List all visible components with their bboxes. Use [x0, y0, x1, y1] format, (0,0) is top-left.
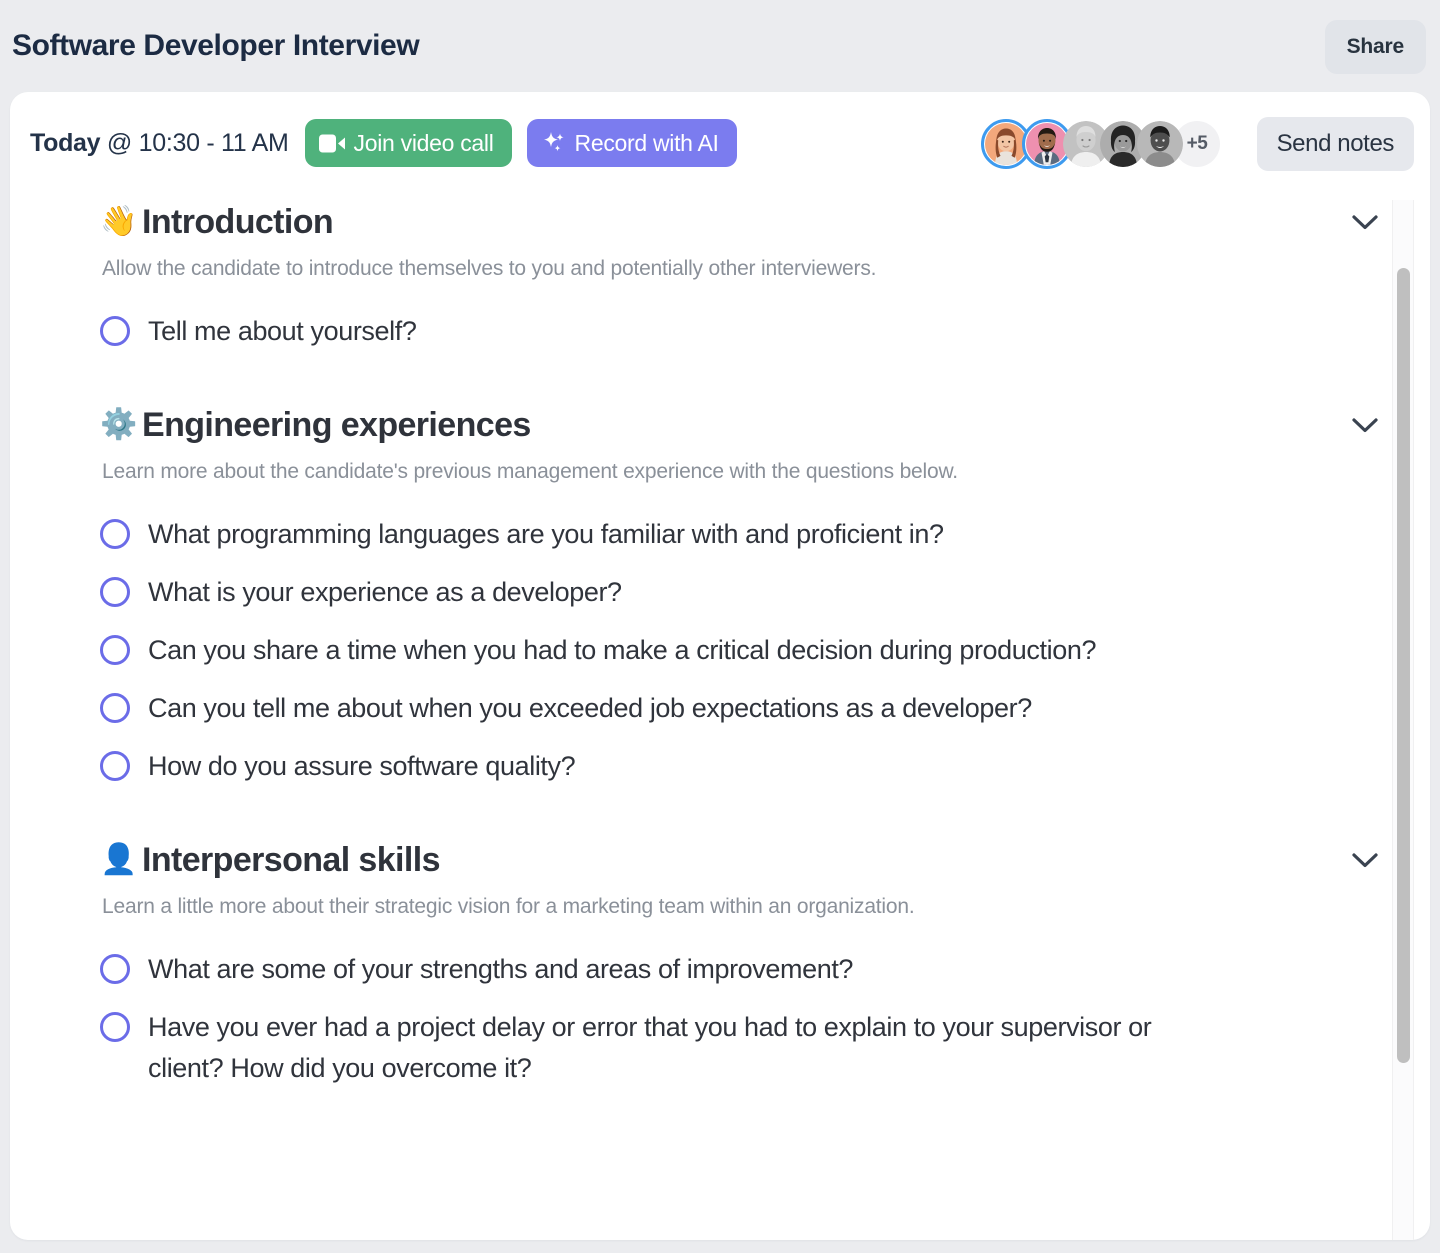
section-header: ⚙️ Engineering experiences: [100, 405, 1378, 446]
question-row[interactable]: How do you assure software quality?: [100, 740, 1360, 793]
question-row[interactable]: What is your experience as a developer?: [100, 566, 1360, 619]
agenda-sections: 👋 Introduction Allow the candidate to in…: [10, 194, 1430, 1182]
question-text: Have you ever had a project delay or err…: [148, 1011, 1152, 1083]
meeting-time-range: @ 10:30 - 11 AM: [106, 128, 289, 157]
record-with-ai-label: Record with AI: [574, 129, 719, 156]
avatar-image-5: [1137, 121, 1183, 167]
waving-hand-emoji: 👋: [100, 205, 138, 239]
content-scroll-area: 👋 Introduction Allow the candidate to in…: [10, 194, 1430, 1240]
agenda-section-1: 👋 Introduction Allow the candidate to in…: [100, 202, 1378, 399]
join-video-call-label: Join video call: [353, 129, 494, 156]
question-text: Tell me about yourself?: [148, 315, 417, 346]
send-notes-button[interactable]: Send notes: [1256, 117, 1414, 171]
section-title: Introduction: [142, 203, 334, 241]
bust-in-silhouette-emoji: 👤: [100, 843, 138, 877]
sparkle-icon: [542, 131, 566, 155]
question-radio-icon[interactable]: [100, 315, 130, 346]
question-list: Tell me about yourself?: [100, 305, 1360, 358]
record-with-ai-button[interactable]: Record with AI: [526, 119, 737, 167]
agenda-section-2: ⚙️ Engineering experiences Learn more ab…: [100, 405, 1378, 834]
question-radio-icon[interactable]: [100, 1011, 130, 1042]
question-text: What are some of your strengths and area…: [148, 953, 854, 984]
question-row[interactable]: Tell me about yourself?: [100, 305, 1360, 358]
page-title: Software Developer Interview: [12, 29, 420, 62]
question-radio-icon[interactable]: [100, 953, 130, 984]
meeting-time: Today @ 10:30 - 11 AM: [30, 129, 289, 158]
question-row[interactable]: What are some of your strengths and area…: [100, 943, 1360, 996]
question-radio-icon[interactable]: [100, 576, 130, 607]
interview-card: Today @ 10:30 - 11 AM Join video call Re…: [10, 92, 1430, 1240]
question-row[interactable]: What programming languages are you famil…: [100, 508, 1360, 561]
scrollbar-thumb[interactable]: [1397, 268, 1410, 1063]
question-text: How do you assure software quality?: [148, 750, 576, 781]
join-video-call-button[interactable]: Join video call: [304, 119, 512, 167]
gear-emoji: ⚙️: [100, 408, 138, 442]
question-list: What programming languages are you famil…: [100, 508, 1360, 793]
avatar-participant-5[interactable]: [1137, 121, 1183, 167]
avatar-image-2: [1026, 123, 1068, 165]
section-header: 👤 Interpersonal skills: [100, 840, 1378, 881]
question-row[interactable]: Can you share a time when you had to mak…: [100, 624, 1360, 677]
question-row[interactable]: Have you ever had a project delay or err…: [100, 1001, 1360, 1095]
vertical-scrollbar[interactable]: [1392, 200, 1414, 1240]
meeting-toolbar: Today @ 10:30 - 11 AM Join video call Re…: [10, 92, 1430, 194]
section-header: 👋 Introduction: [100, 202, 1378, 243]
question-text: Can you share a time when you had to mak…: [148, 634, 1097, 665]
avatar-image-1: [985, 123, 1027, 165]
video-camera-icon: [318, 134, 345, 153]
question-text: What is your experience as a developer?: [148, 576, 622, 607]
chevron-down-icon[interactable]: [1348, 205, 1382, 239]
question-radio-icon[interactable]: [100, 692, 130, 723]
section-description: Learn a little more about their strategi…: [102, 894, 915, 918]
share-button[interactable]: Share: [1324, 20, 1426, 74]
question-radio-icon[interactable]: [100, 518, 130, 549]
question-row[interactable]: Can you tell me about when you exceeded …: [100, 682, 1360, 735]
question-text: Can you tell me about when you exceeded …: [148, 692, 1032, 723]
question-radio-icon[interactable]: [100, 634, 130, 665]
section-title: Interpersonal skills: [142, 840, 441, 879]
participant-avatar-stack[interactable]: +5: [981, 119, 1220, 169]
top-bar: Software Developer Interview Share: [0, 0, 1440, 92]
question-text: What programming languages are you famil…: [148, 518, 944, 549]
chevron-down-icon[interactable]: [1348, 408, 1382, 442]
question-list: What are some of your strengths and area…: [100, 943, 1360, 1095]
chevron-down-icon[interactable]: [1348, 843, 1382, 877]
question-radio-icon[interactable]: [100, 750, 130, 781]
section-description: Allow the candidate to introduce themsel…: [102, 256, 877, 280]
agenda-section-3: 👤 Interpersonal skills Learn a little mo…: [100, 840, 1378, 1136]
section-title: Engineering experiences: [142, 405, 531, 444]
section-description: Learn more about the candidate's previou…: [102, 459, 958, 483]
meeting-day: Today: [30, 128, 101, 157]
